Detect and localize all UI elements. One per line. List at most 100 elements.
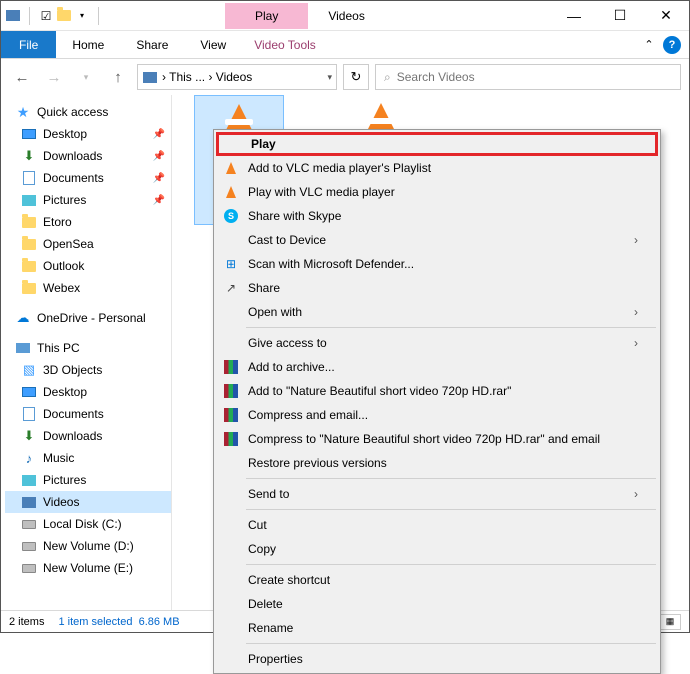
view-large-button[interactable]: ▦ bbox=[659, 614, 681, 630]
nav-pc-3dobjects[interactable]: ▧3D Objects bbox=[5, 359, 171, 381]
ctx-compress-to[interactable]: Compress to "Nature Beautiful short vide… bbox=[216, 427, 658, 451]
nav-onedrive[interactable]: ☁OneDrive - Personal bbox=[5, 307, 171, 329]
file-tab[interactable]: File bbox=[1, 31, 56, 58]
nav-qa-outlook[interactable]: Outlook bbox=[5, 255, 171, 277]
search-input[interactable] bbox=[397, 70, 672, 84]
nav-qa-desktop[interactable]: Desktop📌 bbox=[5, 123, 171, 145]
nav-label: Downloads bbox=[43, 429, 102, 443]
tab-video-tools[interactable]: Video Tools bbox=[242, 31, 328, 58]
nav-qa-etoro[interactable]: Etoro bbox=[5, 211, 171, 233]
ctx-share[interactable]: ↗Share bbox=[216, 276, 658, 300]
folder-icon bbox=[21, 236, 37, 252]
qat-properties-icon[interactable]: ☑ bbox=[38, 8, 54, 24]
ctx-cast[interactable]: Cast to Device› bbox=[216, 228, 658, 252]
address-box[interactable]: › This ... › Videos ▾ bbox=[137, 64, 337, 90]
menu-separator bbox=[246, 564, 656, 565]
archive-icon bbox=[220, 406, 242, 424]
blank-icon bbox=[220, 516, 242, 534]
back-button[interactable]: ← bbox=[9, 64, 35, 90]
pictures-icon bbox=[21, 472, 37, 488]
search-box[interactable]: ⌕ bbox=[375, 64, 681, 90]
nav-pc-downloads[interactable]: ⬇Downloads bbox=[5, 425, 171, 447]
ctx-open-with[interactable]: Open with› bbox=[216, 300, 658, 324]
menu-separator bbox=[246, 478, 656, 479]
blank-icon bbox=[220, 231, 242, 249]
nav-qa-documents[interactable]: Documents📌 bbox=[5, 167, 171, 189]
qat-folder-icon[interactable] bbox=[56, 8, 72, 24]
nav-pc-videos[interactable]: Videos bbox=[5, 491, 171, 513]
nav-label: New Volume (D:) bbox=[43, 539, 134, 553]
folder-icon bbox=[21, 258, 37, 274]
nav-pc-music[interactable]: ♪Music bbox=[5, 447, 171, 469]
skype-icon: S bbox=[220, 207, 242, 225]
ribbon-tabs: File Home Share View Video Tools ⌃ ? bbox=[1, 31, 689, 59]
tab-home[interactable]: Home bbox=[56, 31, 120, 58]
nav-qa-downloads[interactable]: ⬇Downloads📌 bbox=[5, 145, 171, 167]
collapse-ribbon-button[interactable]: ⌃ bbox=[639, 35, 659, 55]
nav-pc-local-c[interactable]: Local Disk (C:) bbox=[5, 513, 171, 535]
nav-label: Videos bbox=[43, 495, 79, 509]
music-icon: ♪ bbox=[21, 450, 37, 466]
qat-dropdown-icon[interactable]: ▾ bbox=[74, 8, 90, 24]
breadcrumb[interactable]: › This ... › Videos bbox=[162, 70, 252, 84]
help-button[interactable]: ? bbox=[663, 36, 681, 54]
documents-icon bbox=[21, 406, 37, 422]
refresh-button[interactable]: ↻ bbox=[343, 64, 369, 90]
blank-icon bbox=[220, 595, 242, 613]
maximize-button[interactable]: ☐ bbox=[597, 1, 643, 31]
menu-separator bbox=[246, 643, 656, 644]
desktop-icon bbox=[21, 126, 37, 142]
archive-icon bbox=[220, 382, 242, 400]
recent-locations-button[interactable]: ▾ bbox=[73, 64, 99, 90]
nav-pc-pictures[interactable]: Pictures bbox=[5, 469, 171, 491]
nav-this-pc[interactable]: This PC bbox=[5, 337, 171, 359]
ctx-restore[interactable]: Restore previous versions bbox=[216, 451, 658, 475]
nav-qa-opensea[interactable]: OpenSea bbox=[5, 233, 171, 255]
nav-qa-pictures[interactable]: Pictures📌 bbox=[5, 189, 171, 211]
pin-icon: 📌 bbox=[153, 129, 165, 140]
nav-pc-volume-d[interactable]: New Volume (D:) bbox=[5, 535, 171, 557]
nav-pc-desktop[interactable]: Desktop bbox=[5, 381, 171, 403]
nav-pc-volume-e[interactable]: New Volume (E:) bbox=[5, 557, 171, 579]
ctx-give-access[interactable]: Give access to› bbox=[216, 331, 658, 355]
navigation-pane: ★ Quick access Desktop📌 ⬇Downloads📌 Docu… bbox=[1, 95, 171, 615]
tab-view[interactable]: View bbox=[184, 31, 242, 58]
search-icon: ⌕ bbox=[384, 70, 391, 85]
ctx-create-shortcut[interactable]: Create shortcut bbox=[216, 568, 658, 592]
address-dropdown-icon[interactable]: ▾ bbox=[327, 72, 332, 83]
ctx-delete[interactable]: Delete bbox=[216, 592, 658, 616]
ctx-play-vlc[interactable]: Play with VLC media player bbox=[216, 180, 658, 204]
menu-separator bbox=[246, 509, 656, 510]
title-bar: ☑ ▾ Play Videos — ☐ ✕ bbox=[1, 1, 689, 31]
minimize-button[interactable]: — bbox=[551, 1, 597, 31]
ctx-play[interactable]: Play bbox=[216, 132, 658, 156]
ctx-add-rar[interactable]: Add to "Nature Beautiful short video 720… bbox=[216, 379, 658, 403]
downloads-icon: ⬇ bbox=[21, 148, 37, 164]
ctx-defender[interactable]: ⊞Scan with Microsoft Defender... bbox=[216, 252, 658, 276]
nav-pc-documents[interactable]: Documents bbox=[5, 403, 171, 425]
context-menu: Play Add to VLC media player's Playlist … bbox=[213, 129, 661, 674]
ctx-rename[interactable]: Rename bbox=[216, 616, 658, 640]
ctx-add-archive[interactable]: Add to archive... bbox=[216, 355, 658, 379]
ctx-copy[interactable]: Copy bbox=[216, 537, 658, 561]
app-icon bbox=[5, 8, 21, 24]
ctx-cut[interactable]: Cut bbox=[216, 513, 658, 537]
ctx-send-to[interactable]: Send to› bbox=[216, 482, 658, 506]
nav-label: Quick access bbox=[37, 105, 108, 119]
nav-quick-access[interactable]: ★ Quick access bbox=[5, 101, 171, 123]
drive-icon bbox=[21, 560, 37, 576]
ctx-skype[interactable]: SShare with Skype bbox=[216, 204, 658, 228]
forward-button[interactable]: → bbox=[41, 64, 67, 90]
ctx-compress-email[interactable]: Compress and email... bbox=[216, 403, 658, 427]
ctx-add-playlist[interactable]: Add to VLC media player's Playlist bbox=[216, 156, 658, 180]
videos-icon bbox=[21, 494, 37, 510]
nav-label: Local Disk (C:) bbox=[43, 517, 122, 531]
ctx-properties[interactable]: Properties bbox=[216, 647, 658, 671]
close-button[interactable]: ✕ bbox=[643, 1, 689, 31]
tab-share[interactable]: Share bbox=[120, 31, 184, 58]
shield-icon: ⊞ bbox=[220, 255, 242, 273]
archive-icon bbox=[220, 358, 242, 376]
archive-icon bbox=[220, 430, 242, 448]
up-button[interactable]: ↑ bbox=[105, 64, 131, 90]
nav-qa-webex[interactable]: Webex bbox=[5, 277, 171, 299]
